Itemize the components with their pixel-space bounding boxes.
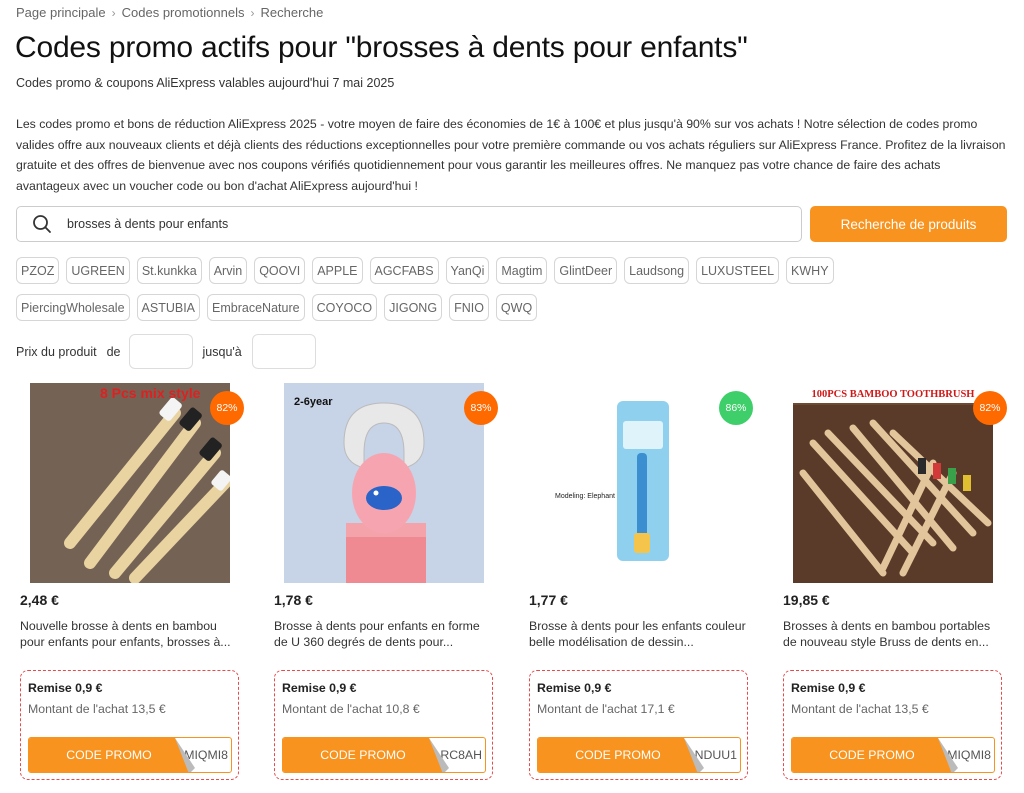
promo-code-label: CODE PROMO: [29, 738, 189, 772]
coupon-discount: Remise 0,9 €: [791, 681, 866, 695]
fold-corner-icon: [682, 738, 704, 772]
brand-chip[interactable]: PiercingWholesale: [16, 294, 130, 321]
price-filter-label: Prix du produit: [16, 344, 97, 359]
price-to-label: jusqu'à: [202, 344, 242, 359]
chevron-right-icon: ›: [111, 5, 116, 20]
product-image[interactable]: 8 Pcs mix style: [30, 383, 230, 583]
brand-chip[interactable]: Arvin: [208, 257, 248, 284]
coupon-box: Remise 0,9 € Montant de l'achat 13,5 € M…: [20, 670, 239, 780]
coupon-discount: Remise 0,9 €: [537, 681, 612, 695]
brand-chip[interactable]: YanQi: [445, 257, 490, 284]
brand-chip[interactable]: ASTUBIA: [136, 294, 201, 321]
brand-chip[interactable]: COYOCO: [311, 294, 378, 321]
price-max-input[interactable]: [251, 334, 316, 369]
product-card[interactable]: 100PCS BAMBOO TOOTHBRUSH 82% 19,85 € Bro…: [779, 378, 1007, 788]
search-icon: [31, 213, 53, 235]
price-filter: Prix du produit de jusqu'à: [16, 334, 316, 369]
brand-chip[interactable]: UGREEN: [66, 257, 130, 284]
page-title: Codes promo actifs pour "brosses à dents…: [15, 31, 748, 64]
product-card[interactable]: 8 Pcs mix style 82% 2,48 € Nouvelle bros…: [16, 378, 244, 788]
brand-row: PiercingWholesale ASTUBIA EmbraceNature COY…: [16, 294, 1016, 321]
discount-badge: 83%: [464, 391, 498, 425]
discount-badge: 86%: [719, 391, 753, 425]
product-card[interactable]: Modeling: Elephant 86% 1,77 € Brosse à d…: [525, 378, 753, 788]
product-image-caption: 100PCS BAMBOO TOOTHBRUSH: [812, 389, 975, 400]
coupon-discount: Remise 0,9 €: [282, 681, 357, 695]
product-image-caption: 8 Pcs mix style: [100, 385, 201, 401]
page-subtitle: Codes promo & coupons AliExpress valable…: [16, 76, 395, 90]
product-price: 1,78 €: [274, 592, 313, 608]
coupon-min-purchase: Montant de l'achat 13,5 €: [28, 702, 166, 716]
fold-corner-icon: [173, 738, 195, 772]
brand-chip[interactable]: QOOVI: [254, 257, 306, 284]
reveal-code-button[interactable]: NDUU1 CODE PROMO: [537, 737, 741, 773]
brand-chip[interactable]: Magtim: [496, 257, 548, 284]
product-price: 2,48 €: [20, 592, 59, 608]
product-image[interactable]: Modeling: Elephant: [539, 383, 739, 583]
product-image[interactable]: 100PCS BAMBOO TOOTHBRUSH: [793, 383, 993, 583]
promo-code-label: CODE PROMO: [283, 738, 443, 772]
fold-corner-icon: [427, 738, 449, 772]
price-from-label: de: [106, 344, 121, 359]
chevron-right-icon: ›: [250, 5, 255, 20]
brand-chip[interactable]: EmbraceNature: [207, 294, 305, 321]
brand-chip[interactable]: APPLE: [312, 257, 363, 284]
coupon-min-purchase: Montant de l'achat 10,8 €: [282, 702, 420, 716]
search-products-button[interactable]: Recherche de produits: [810, 206, 1007, 242]
coupon-box: Remise 0,9 € Montant de l'achat 17,1 € N…: [529, 670, 748, 780]
promo-code-label: CODE PROMO: [538, 738, 698, 772]
brand-chip[interactable]: LUXUSTEEL: [696, 257, 780, 284]
brand-chip[interactable]: Laudsong: [624, 257, 690, 284]
discount-badge: 82%: [210, 391, 244, 425]
brand-chip[interactable]: KWHY: [786, 257, 834, 284]
brand-chip[interactable]: JIGONG: [384, 294, 443, 321]
brand-chip[interactable]: PZOZ: [16, 257, 60, 284]
search-box: [16, 206, 802, 242]
reveal-code-button[interactable]: MIQMI8 CODE PROMO: [791, 737, 995, 773]
coupon-discount: Remise 0,9 €: [28, 681, 103, 695]
brand-chip[interactable]: FNIO: [449, 294, 489, 321]
product-price: 1,77 €: [529, 592, 568, 608]
product-title[interactable]: Nouvelle brosse à dents en bambou pour e…: [20, 618, 242, 650]
brand-chip[interactable]: St.kunkka: [136, 257, 202, 284]
reveal-code-button[interactable]: MIQMI8 CODE PROMO: [28, 737, 232, 773]
brand-chip[interactable]: AGCFABS: [369, 257, 439, 284]
search-input[interactable]: [67, 217, 767, 231]
coupon-min-purchase: Montant de l'achat 13,5 €: [791, 702, 929, 716]
brand-filter-list: PZOZ UGREEN St.kunkka Arvin QOOVI APPLE AGCFAB…: [16, 257, 1016, 331]
product-title[interactable]: Brosses à dents en bambou portables de n…: [783, 618, 1005, 650]
coupon-box: Remise 0,9 € Montant de l'achat 13,5 € M…: [783, 670, 1002, 780]
fold-corner-icon: [936, 738, 958, 772]
breadcrumb: Page principale › Codes promotionnels › …: [16, 5, 323, 20]
product-image-caption: Modeling: Elephant: [555, 493, 615, 500]
product-image-caption: 2-6year: [294, 396, 333, 408]
product-title[interactable]: Brosse à dents pour enfants en forme de …: [274, 618, 496, 650]
coupon-min-purchase: Montant de l'achat 17,1 €: [537, 702, 675, 716]
breadcrumb-current: Recherche: [260, 5, 324, 20]
price-min-input[interactable]: [128, 334, 193, 369]
promo-code-label: CODE PROMO: [792, 738, 952, 772]
reveal-code-button[interactable]: RC8AH CODE PROMO: [282, 737, 486, 773]
intro-text: Les codes promo et bons de réduction Ali…: [16, 117, 1006, 193]
coupon-box: Remise 0,9 € Montant de l'achat 10,8 € R…: [274, 670, 493, 780]
breadcrumb-promo-codes-link[interactable]: Codes promotionnels: [122, 5, 245, 20]
brand-row: PZOZ UGREEN St.kunkka Arvin QOOVI APPLE AGCFAB…: [16, 257, 1016, 284]
brand-chip[interactable]: GlintDeer: [554, 257, 618, 284]
product-card[interactable]: 2-6year 83% 1,78 € Brosse à dents pour e…: [270, 378, 498, 788]
discount-badge: 82%: [973, 391, 1007, 425]
breadcrumb-home-link[interactable]: Page principale: [16, 5, 106, 20]
product-price: 19,85 €: [783, 592, 830, 608]
brand-chip[interactable]: QWQ: [495, 294, 538, 321]
product-image[interactable]: 2-6year: [284, 383, 484, 583]
product-title[interactable]: Brosse à dents pour les enfants couleur …: [529, 618, 751, 650]
